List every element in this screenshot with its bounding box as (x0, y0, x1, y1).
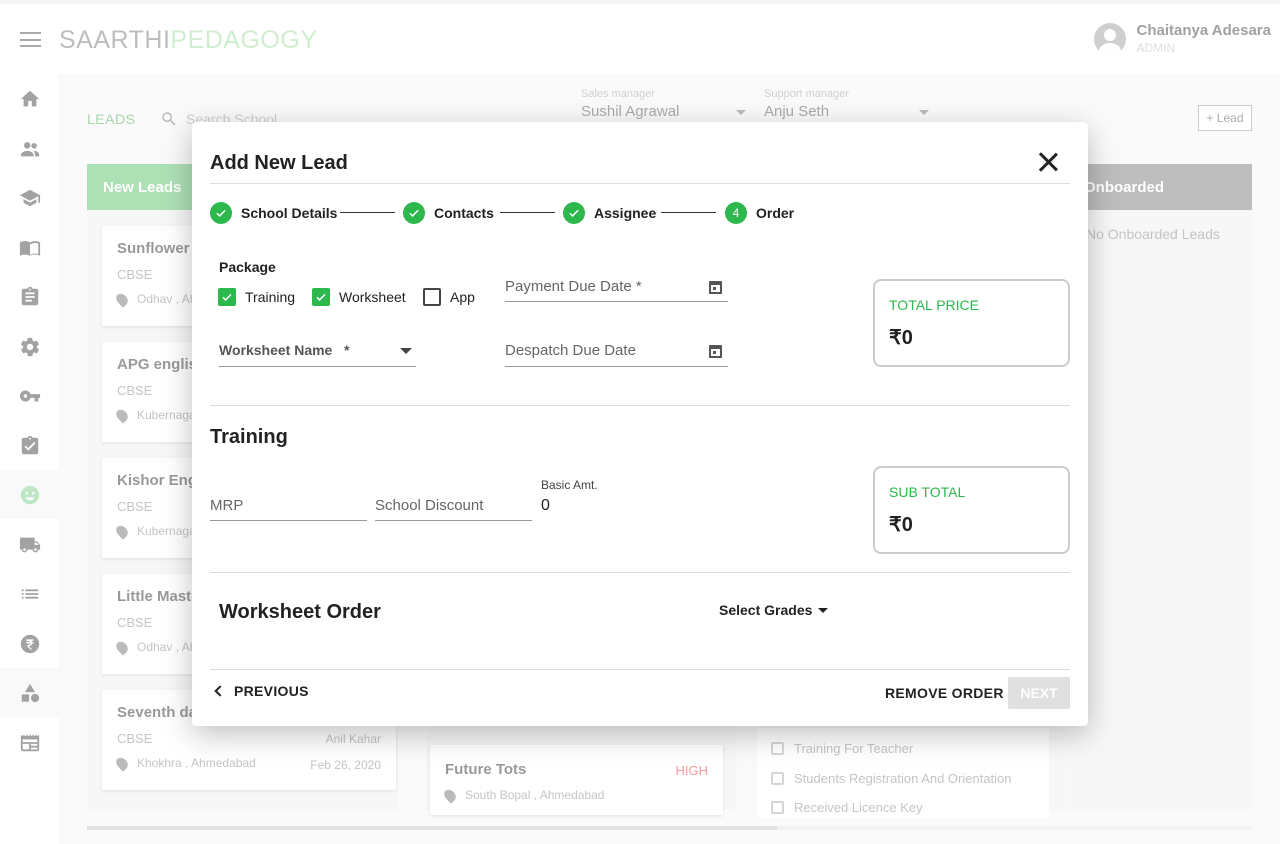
sub-total-box: SUB TOTAL ₹0 (873, 466, 1070, 554)
worksheet-checkbox[interactable]: Worksheet (312, 288, 406, 306)
step-school-details[interactable]: School Details (210, 202, 337, 224)
total-price-box: TOTAL PRICE ₹0 (873, 279, 1070, 367)
field-label: MRP (210, 497, 244, 514)
select-grades-button[interactable]: Select Grades (719, 602, 829, 618)
step-number-badge: 4 (725, 202, 747, 224)
step-label: School Details (241, 205, 338, 221)
calendar-icon[interactable] (709, 281, 722, 294)
dropdown-arrow-icon (818, 607, 829, 613)
dialog-title: Add New Lead (210, 152, 348, 174)
mrp-field[interactable]: MRP (210, 497, 367, 521)
divider (210, 669, 1070, 670)
checkbox-checked-icon[interactable] (312, 288, 330, 306)
total-price-label: TOTAL PRICE (889, 297, 979, 313)
worksheet-order-title: Worksheet Order (219, 601, 381, 623)
step-connector (661, 212, 716, 213)
total-price-value: ₹0 (889, 327, 913, 349)
next-button[interactable]: NEXT (1008, 677, 1070, 709)
divider (210, 572, 1070, 573)
app-checkbox[interactable]: App (423, 288, 475, 306)
close-icon[interactable] (1038, 152, 1058, 172)
select-grades-label: Select Grades (719, 602, 813, 618)
checkbox-checked-icon[interactable] (218, 288, 236, 306)
checkbox-unchecked-icon[interactable] (423, 288, 441, 306)
check-icon (563, 202, 585, 224)
step-label: Contacts (434, 205, 494, 221)
checkbox-label: Worksheet (339, 289, 406, 305)
add-lead-dialog: Add New Lead School Details Contacts Ass… (192, 122, 1088, 726)
checkbox-label: App (450, 289, 475, 305)
step-label: Assignee (594, 205, 657, 221)
previous-button[interactable]: PREVIOUS (214, 683, 309, 699)
training-section-title: Training (210, 426, 288, 448)
step-connector (500, 212, 555, 213)
step-order[interactable]: 4 Order (725, 202, 794, 224)
sub-total-value: ₹0 (889, 514, 913, 536)
step-assignee[interactable]: Assignee (563, 202, 656, 224)
calendar-icon[interactable] (709, 345, 722, 358)
divider (210, 183, 1070, 184)
remove-order-button[interactable]: REMOVE ORDER (885, 685, 1004, 701)
payment-due-date-field[interactable]: Payment Due Date * (505, 278, 728, 302)
chevron-left-icon (214, 685, 226, 697)
despatch-due-date-field[interactable]: Despatch Due Date (505, 342, 728, 367)
step-contacts[interactable]: Contacts (403, 202, 494, 224)
sub-total-label: SUB TOTAL (889, 484, 966, 500)
checkbox-label: Training (245, 289, 296, 305)
worksheet-name-select[interactable]: Worksheet Name * (219, 342, 416, 367)
basic-amount-label: Basic Amt. (541, 478, 598, 492)
check-icon (403, 202, 425, 224)
check-icon (210, 202, 232, 224)
step-label: Order (756, 205, 795, 221)
field-label: School Discount (375, 497, 484, 514)
training-checkbox[interactable]: Training (218, 288, 295, 306)
school-discount-field[interactable]: School Discount (375, 497, 532, 521)
dropdown-arrow-icon (400, 348, 412, 354)
basic-amount-value: 0 (541, 497, 550, 514)
previous-label: PREVIOUS (234, 683, 309, 699)
field-label: Worksheet Name * (219, 342, 350, 358)
divider (210, 405, 1070, 406)
package-label: Package (219, 259, 276, 275)
step-connector (340, 212, 395, 213)
field-label: Payment Due Date * (505, 278, 642, 295)
field-label: Despatch Due Date (505, 342, 636, 359)
